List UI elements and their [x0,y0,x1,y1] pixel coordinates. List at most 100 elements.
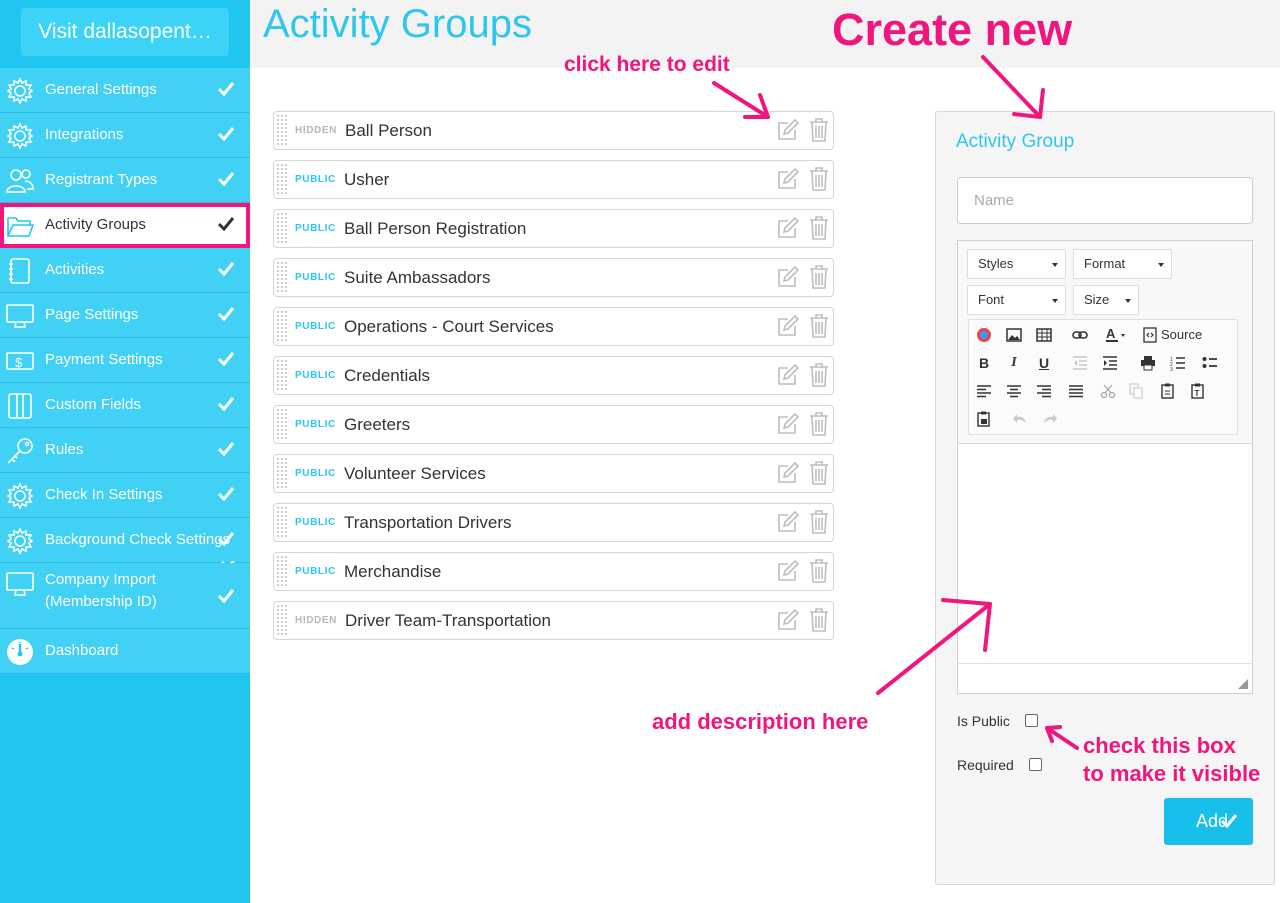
add-button[interactable]: Add [1164,798,1253,845]
sidebar-item-rules[interactable]: Rules [0,428,250,473]
trash-icon[interactable] [808,607,830,633]
caret-down-icon [1125,299,1131,303]
trash-icon[interactable] [808,215,830,241]
editor-content-area[interactable] [958,445,1252,663]
trash-icon[interactable] [808,460,830,486]
edit-icon[interactable] [776,363,800,387]
print-icon[interactable] [1137,352,1159,374]
text-color-icon[interactable]: A [1101,324,1131,346]
sidebar-item-general-settings[interactable]: General Settings [0,68,250,113]
format-dropdown[interactable]: Format [1073,249,1172,279]
sidebar-item-background-check-settings[interactable]: Background Check Settings [0,518,250,569]
edit-icon[interactable] [776,510,800,534]
copy-icon[interactable] [1125,380,1147,402]
group-name: Merchandise [344,562,442,581]
sidebar-item-registrant-types[interactable]: Registrant Types [0,158,250,203]
link-icon[interactable] [1069,324,1091,346]
edit-icon[interactable] [776,167,800,191]
sidebar-item-payment-settings[interactable]: $ Payment Settings [0,338,250,383]
font-dropdown[interactable]: Font [967,285,1066,315]
size-dropdown[interactable]: Size [1073,285,1139,315]
edit-icon[interactable] [776,118,800,142]
edit-icon[interactable] [776,314,800,338]
edit-icon[interactable] [776,412,800,436]
list-item[interactable]: PUBLIC Volunteer Services [273,454,834,493]
trash-icon[interactable] [808,362,830,388]
required-label: Required [957,757,1014,773]
drag-handle-icon[interactable] [276,261,288,294]
drag-handle-icon[interactable] [276,310,288,343]
sidebar-item-company-import-membership-id[interactable]: Company Import (Membership ID) [0,563,250,629]
sidebar-item-integrations[interactable]: Integrations [0,113,250,158]
trash-icon[interactable] [808,313,830,339]
drag-handle-icon[interactable] [276,114,288,147]
list-item[interactable]: PUBLIC Merchandise [273,552,834,591]
edit-icon[interactable] [776,608,800,632]
source-icon[interactable] [1139,324,1161,346]
table-icon[interactable] [1033,324,1055,346]
list-item[interactable]: PUBLIC Operations - Court Services [273,307,834,346]
paste-text-icon[interactable]: T [1187,380,1209,402]
cut-icon[interactable] [1097,380,1119,402]
trash-icon[interactable] [808,264,830,290]
color-picker-icon[interactable] [973,324,995,346]
align-right-icon[interactable] [1033,380,1055,402]
drag-handle-icon[interactable] [276,212,288,245]
sidebar-item-custom-fields[interactable]: Custom Fields [0,383,250,428]
trash-icon[interactable] [808,509,830,535]
drag-handle-icon[interactable] [276,457,288,490]
edit-icon[interactable] [776,559,800,583]
outdent-icon[interactable] [1069,352,1091,374]
image-icon[interactable] [1003,324,1025,346]
list-item[interactable]: HIDDEN Ball Person [273,111,834,150]
drag-handle-icon[interactable] [276,604,288,637]
list-item[interactable]: PUBLIC Ball Person Registration [273,209,834,248]
styles-dropdown[interactable]: Styles [967,249,1066,279]
name-input[interactable] [957,177,1253,224]
numbered-list-icon[interactable]: 123 [1167,352,1189,374]
drag-handle-icon[interactable] [276,359,288,392]
trash-icon[interactable] [808,117,830,143]
sidebar-item-activity-groups[interactable]: Activity Groups [0,203,250,248]
list-item[interactable]: PUBLIC Credentials [273,356,834,395]
edit-icon[interactable] [776,265,800,289]
list-item[interactable]: PUBLIC Transportation Drivers [273,503,834,542]
drag-handle-icon[interactable] [276,408,288,441]
edit-icon[interactable] [776,216,800,240]
is-public-checkbox[interactable] [1025,714,1038,727]
bold-icon[interactable]: B [973,352,995,374]
italic-icon[interactable]: I [1003,352,1025,374]
justify-icon[interactable] [1065,380,1087,402]
visit-site-button[interactable]: Visit dallasopent… [21,8,229,56]
group-name: Usher [344,170,390,189]
trash-icon[interactable] [808,411,830,437]
styles-label: Styles [978,256,1014,271]
underline-icon[interactable]: U [1033,352,1055,374]
align-center-icon[interactable] [1003,380,1025,402]
align-left-icon[interactable] [973,380,995,402]
list-item[interactable]: PUBLIC Usher [273,160,834,199]
indent-icon[interactable] [1099,352,1121,374]
paste-icon[interactable] [1157,380,1179,402]
paste-word-icon[interactable] [973,408,995,430]
redo-icon[interactable] [1039,408,1061,430]
list-item[interactable]: PUBLIC Greeters [273,405,834,444]
sidebar-item-dashboard[interactable]: Dashboard [0,629,250,674]
trash-icon[interactable] [808,166,830,192]
drag-handle-icon[interactable] [276,555,288,588]
drag-handle-icon[interactable] [276,163,288,196]
trash-icon[interactable] [808,558,830,584]
sidebar-item-check-in-settings[interactable]: Check In Settings [0,473,250,518]
list-item[interactable]: PUBLIC Suite Ambassadors [273,258,834,297]
undo-icon[interactable] [1009,408,1031,430]
source-label[interactable]: Source [1161,324,1202,346]
resize-handle-icon[interactable] [1238,679,1248,689]
list-item[interactable]: HIDDEN Driver Team-Transportation [273,601,834,640]
bullet-list-icon[interactable] [1199,352,1221,374]
drag-handle-icon[interactable] [276,506,288,539]
sidebar-item-activities[interactable]: Activities [0,248,250,293]
sidebar-item-page-settings[interactable]: Page Settings [0,293,250,338]
required-checkbox[interactable] [1029,758,1042,771]
status-badge: PUBLIC [295,174,336,185]
edit-icon[interactable] [776,461,800,485]
